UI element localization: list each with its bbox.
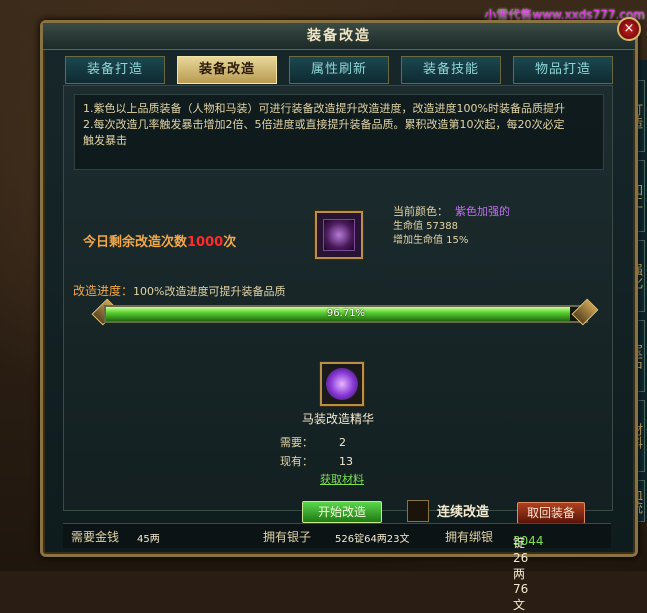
horse-armor-icon [323,219,355,251]
current-color-label: 当前颜色： [393,205,448,218]
remaining-count: 1000 [187,235,224,250]
retrieve-equipment-button[interactable]: 取回装备 [517,502,585,524]
close-button[interactable]: × [617,17,641,41]
material-slot[interactable] [320,362,364,406]
gold-required-label: 需要金钱 [71,530,120,544]
progress-text: 96.71% [326,308,366,319]
continuous-reform-label: 连续改造 [437,505,490,520]
remaining-suffix: 次 [223,235,237,250]
equipment-slot[interactable] [315,211,363,259]
bound-silver-rest: 锭26两76文 [513,536,529,612]
content-panel: 1.紫色以上品质装备（人物和马装）可进行装备改造提升改造进度，改造进度100%时… [63,85,613,524]
material-name: 马装改造精华 [301,412,374,426]
material-requirement-labels: 需要： 现有： [280,433,313,471]
progress-desc: 100%改造进度可提升装备品质 [133,285,286,298]
bound-silver-label: 拥有绑银 [445,530,494,544]
need-value: 2 [339,436,346,449]
get-material-link[interactable]: 获取材料 [320,471,364,487]
dialog-title: 装备改造 [307,28,371,44]
continuous-reform-checkbox[interactable] [407,500,429,522]
start-reform-button[interactable]: 开始改造 [302,501,382,523]
info-box: 1.紫色以上品质装备（人物和马装）可进行装备改造提升改造进度，改造进度100%时… [74,94,604,170]
tab-attribute-refresh[interactable]: 属性刷新 [289,56,389,84]
progress-title: 改造进度： [73,284,134,298]
progress-label: 改造进度：100%改造进度可提升装备品质 [73,282,285,299]
currency-footer: 需要金钱 45两 拥有银子 526锭64两23文 拥有绑银 3044 锭26两76… [63,523,611,612]
info-line-2: 2.每次改造几率触发暴击增加2倍、5倍进度或直接提升装备品质。累积改造第10次起… [83,118,565,131]
tab-equipment-reform[interactable]: 装备改造 [177,56,277,84]
hp-bonus-line: 增加生命值 15% [393,235,469,246]
reform-essence-icon [326,368,358,400]
tab-item-forge[interactable]: 物品打造 [513,56,613,84]
silver-owned-value: 526锭64两23文 [335,534,410,545]
gold-required-value: 45两 [137,534,160,545]
hp-line: 生命值 57388 [393,221,458,232]
current-color-value: 紫色加强的 [455,205,510,218]
progress-bar: 96.71% [104,305,588,323]
equipment-reform-dialog: 装备改造 × 装备打造 装备改造 属性刷新 装备技能 物品打造 1.紫色以上品质… [40,17,641,612]
have-label: 现有： [280,455,313,468]
tab-equipment-forge[interactable]: 装备打造 [65,56,165,84]
have-value: 13 [339,455,353,468]
info-line-1: 1.紫色以上品质装备（人物和马装）可进行装备改造提升改造进度，改造进度100%时… [83,102,565,115]
equipment-stats: 生命值 57388 增加生命值 15% [393,220,468,248]
material-requirement-values: 2 13 [339,433,353,471]
dialog-titlebar: 装备改造 [43,23,635,50]
silver-owned-label: 拥有银子 [263,530,312,544]
remaining-attempts: 今日剩余改造次数1000次 [83,231,236,250]
tab-equipment-skill[interactable]: 装备技能 [401,56,501,84]
remaining-prefix: 今日剩余改造次数 [83,235,188,250]
info-line-3: 触发暴击 [83,134,127,147]
need-label: 需要： [280,436,313,449]
